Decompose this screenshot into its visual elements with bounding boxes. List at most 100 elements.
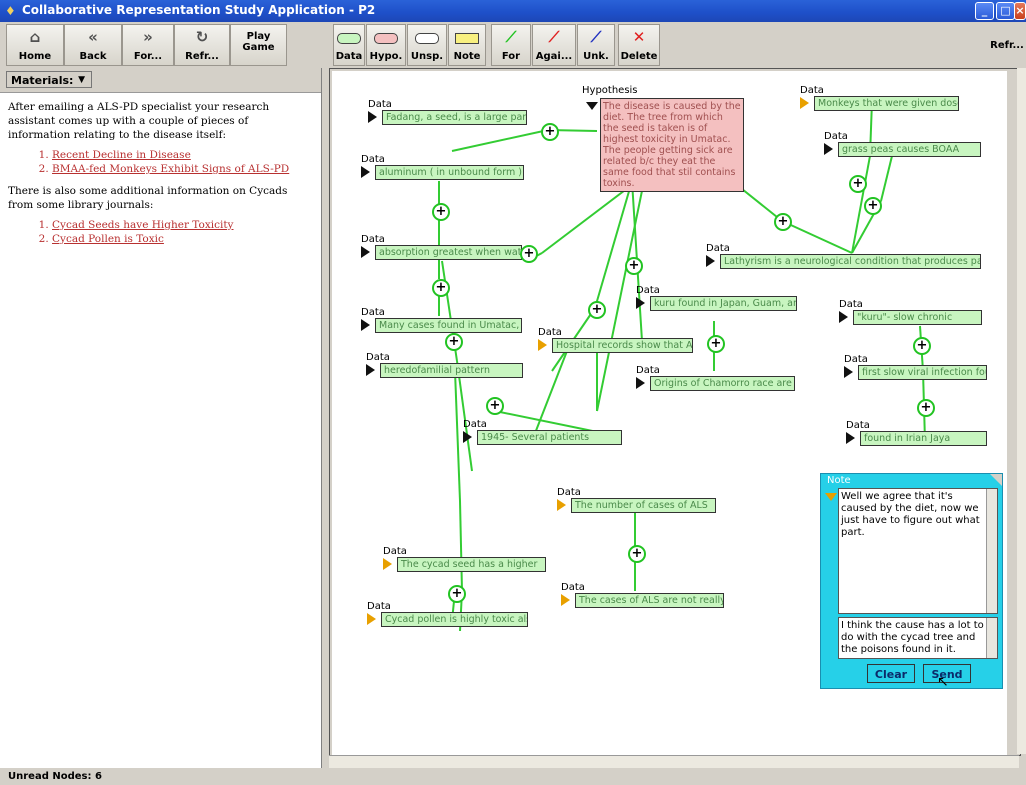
unread-triangle-icon[interactable] <box>383 558 395 570</box>
expand-triangle-icon[interactable] <box>636 297 645 309</box>
for-link-connector[interactable]: + <box>520 245 538 263</box>
expand-triangle-icon[interactable] <box>361 246 370 258</box>
for-link-connector[interactable]: + <box>849 175 867 193</box>
data-node[interactable]: Data Fadang, a seed, is a large part <box>368 99 527 125</box>
expand-triangle-icon[interactable] <box>586 102 598 110</box>
for-link-connector[interactable]: + <box>445 333 463 351</box>
right-refresh-button[interactable]: Refr... <box>988 24 1026 66</box>
expand-triangle-icon[interactable] <box>366 364 375 376</box>
horizontal-scrollbar[interactable] <box>329 755 1019 768</box>
data-node[interactable]: Data aluminum ( in unbound form ) in <box>361 154 524 180</box>
link-against-button[interactable]: ⟋ Agai... <box>532 24 576 66</box>
for-link-connector[interactable]: + <box>625 257 643 275</box>
expand-triangle-icon[interactable] <box>824 143 833 155</box>
delete-button[interactable]: ✕ Delete <box>618 24 660 66</box>
data-node[interactable]: Data heredofamilial pattern <box>366 352 523 378</box>
window-title: Collaborative Representation Study Appli… <box>22 3 376 17</box>
for-link-connector[interactable]: + <box>774 213 792 231</box>
for-link-connector[interactable]: + <box>707 335 725 353</box>
add-note-button[interactable]: Note <box>448 24 486 66</box>
for-link-connector[interactable]: + <box>913 337 931 355</box>
for-link-line <box>459 500 463 592</box>
data-node-unread[interactable]: Data The cycad seed has a higher <box>383 546 546 572</box>
hypothesis-node[interactable]: Hypothesis The disease is caused by the … <box>582 85 744 192</box>
unread-triangle-icon[interactable] <box>800 97 812 109</box>
expand-triangle-icon[interactable] <box>839 311 848 323</box>
message-scrollbar[interactable] <box>986 489 997 613</box>
draft-scrollbar[interactable] <box>986 618 997 658</box>
data-node[interactable]: Data 1945- Several patients <box>463 419 622 445</box>
for-link-connector[interactable]: + <box>448 585 466 603</box>
unread-triangle-icon[interactable] <box>538 339 550 351</box>
data-node[interactable]: Data found in Irian Jaya <box>846 420 987 446</box>
expand-triangle-icon[interactable] <box>706 255 715 267</box>
data-node[interactable]: Data absorption greatest when water <box>361 234 522 260</box>
data-node[interactable]: Data grass peas causes BOAA <box>824 131 981 157</box>
unread-triangle-icon[interactable] <box>825 493 837 501</box>
data-node[interactable]: Datafirst slow viral infection found in <box>844 354 987 380</box>
forward-icon: » <box>143 28 153 46</box>
data-node-unread[interactable]: Data Hospital records show that ALS <box>538 327 693 353</box>
for-link-connector[interactable]: + <box>541 123 559 141</box>
mouse-cursor-icon: ↖ <box>937 674 949 690</box>
hypothesis-text[interactable]: The disease is caused by the diet. The t… <box>600 98 744 192</box>
data-node[interactable]: Data Origins of Chamorro race are <box>636 365 795 391</box>
graph-toolbar: Data Hypo. Unsp. Note ⟋ For ⟋ Agai... ⟋ … <box>329 22 1026 69</box>
back-button[interactable]: « Back <box>64 24 122 66</box>
data-node-unread[interactable]: Data Monkeys that were given doses <box>800 85 959 111</box>
link-cycad-pollen[interactable]: Cycad Pollen is Toxic <box>52 233 164 245</box>
data-node-unread[interactable]: Data The cases of ALS are not really <box>561 582 724 608</box>
expand-triangle-icon[interactable] <box>368 111 377 123</box>
for-link-connector[interactable]: + <box>864 197 882 215</box>
for-link-connector[interactable]: + <box>628 545 646 563</box>
unread-triangle-icon[interactable] <box>367 613 379 625</box>
vertical-scrollbar[interactable] <box>1017 68 1026 754</box>
data-node[interactable]: Data "kuru"- slow chronic <box>839 299 982 325</box>
maximize-button[interactable]: □ <box>996 2 1015 20</box>
refresh-button[interactable]: ↻ Refr... <box>174 24 230 66</box>
expand-triangle-icon[interactable] <box>463 431 472 443</box>
unspecified-shape-icon <box>415 33 439 44</box>
link-cycad-seeds[interactable]: Cycad Seeds have Higher Toxicity <box>52 219 234 231</box>
add-hypothesis-button[interactable]: Hypo. <box>366 24 406 66</box>
clear-button[interactable]: Clear <box>867 664 915 683</box>
data-node-unread[interactable]: Data The number of cases of ALS <box>557 487 716 513</box>
for-link-connector[interactable]: + <box>432 203 450 221</box>
link-recent-decline[interactable]: Recent Decline in Disease <box>52 149 191 161</box>
expand-triangle-icon[interactable] <box>361 319 370 331</box>
for-link-line <box>781 220 853 254</box>
for-link-connector[interactable]: + <box>588 301 606 319</box>
add-unspecified-button[interactable]: Unsp. <box>407 24 447 66</box>
home-button[interactable]: ⌂ Home <box>6 24 64 66</box>
for-link-connector[interactable]: + <box>486 397 504 415</box>
data-node-unread[interactable]: Data Cycad pollen is highly toxic also. <box>367 601 528 627</box>
close-button[interactable]: × <box>1014 2 1026 20</box>
play-game-button[interactable]: Play Game <box>230 24 287 66</box>
link-unknown-button[interactable]: ⟋ Unk. <box>577 24 615 66</box>
add-data-button[interactable]: Data <box>333 24 365 66</box>
link-for-button[interactable]: ⟋ For <box>491 24 531 66</box>
nav-toolbar: ⌂ Home « Back » For... ↻ Refr... Play Ga… <box>0 22 321 69</box>
for-link-connector[interactable]: + <box>432 279 450 297</box>
intro-text: After emailing a ALS-PD specialist your … <box>8 101 270 141</box>
note-draft-input[interactable]: I think the cause has a lot to do with t… <box>838 617 998 659</box>
materials-dropdown[interactable]: Materials: ▼ <box>6 71 92 88</box>
unread-triangle-icon[interactable] <box>557 499 569 511</box>
unread-triangle-icon[interactable] <box>561 594 573 606</box>
forward-button[interactable]: » For... <box>122 24 174 66</box>
cycad-links: Cycad Seeds have Higher Toxicity Cycad P… <box>8 218 312 246</box>
link-bmaa-monkeys[interactable]: BMAA-fed Monkeys Exhibit Signs of ALS-PD <box>52 163 289 175</box>
for-link-connector[interactable]: + <box>917 399 935 417</box>
materials-content: After emailing a ALS-PD specialist your … <box>8 100 312 254</box>
expand-triangle-icon[interactable] <box>361 166 370 178</box>
note-message-area[interactable]: Well we agree that it's caused by the di… <box>838 488 998 614</box>
data-node[interactable]: Data kuru found in Japan, Guam, and <box>636 285 797 311</box>
minimize-button[interactable]: _ <box>975 2 994 20</box>
title-bar: ♦ Collaborative Representation Study App… <box>0 0 1026 22</box>
materials-bar: Materials: ▼ <box>0 68 321 93</box>
expand-triangle-icon[interactable] <box>846 432 855 444</box>
data-node[interactable]: Data Lathyrism is a neurological conditio… <box>706 243 981 269</box>
expand-triangle-icon[interactable] <box>844 366 853 378</box>
data-node[interactable]: Data Many cases found in Umatac, <box>361 307 522 333</box>
expand-triangle-icon[interactable] <box>636 377 645 389</box>
